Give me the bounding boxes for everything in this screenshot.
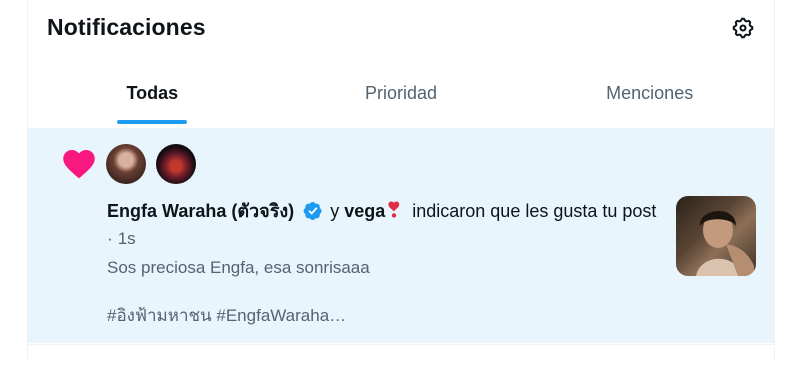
page-title: Notificaciones xyxy=(47,14,206,40)
user-name[interactable]: vega xyxy=(344,201,385,221)
tab-label: Prioridad xyxy=(364,82,438,103)
gear-icon[interactable] xyxy=(731,16,755,40)
notifications-column: Notificaciones Todas Prioridad Menciones… xyxy=(27,0,775,365)
avatar[interactable] xyxy=(156,144,196,184)
timestamp[interactable]: 1s xyxy=(118,229,136,248)
tab-bar: Todas Prioridad Menciones xyxy=(28,62,774,126)
heart-icon xyxy=(63,150,95,179)
verified-badge-icon xyxy=(303,202,322,220)
next-notification-item[interactable] xyxy=(28,344,774,365)
user-name[interactable]: Engfa Waraha (ตัวจริง) xyxy=(107,201,294,221)
separator: · xyxy=(107,229,113,248)
notification-item[interactable]: Engfa Waraha (ตัวจริง) y vega indicaron … xyxy=(28,128,774,343)
avatar[interactable] xyxy=(106,144,146,184)
notification-text: Engfa Waraha (ตัวจริง) y vega indicaron … xyxy=(107,198,662,252)
red-heart-emoji-icon xyxy=(388,201,400,218)
action-text: indicaron que les gusta tu post xyxy=(412,201,657,221)
active-tab-indicator xyxy=(117,120,188,124)
photo-illustration xyxy=(696,210,754,276)
tab-label: Todas xyxy=(126,82,179,103)
tab-label: Menciones xyxy=(606,82,694,103)
tab-prioridad[interactable]: Prioridad xyxy=(277,62,526,126)
post-thumbnail[interactable] xyxy=(676,196,756,276)
tab-menciones[interactable]: Menciones xyxy=(525,62,774,126)
header: Notificaciones xyxy=(28,0,774,60)
post-snippet: Sos preciosa Engfa, esa sonrisaaa #อิงฟ้… xyxy=(107,258,370,325)
tab-todas[interactable]: Todas xyxy=(28,62,277,126)
and-word: y xyxy=(330,201,340,221)
